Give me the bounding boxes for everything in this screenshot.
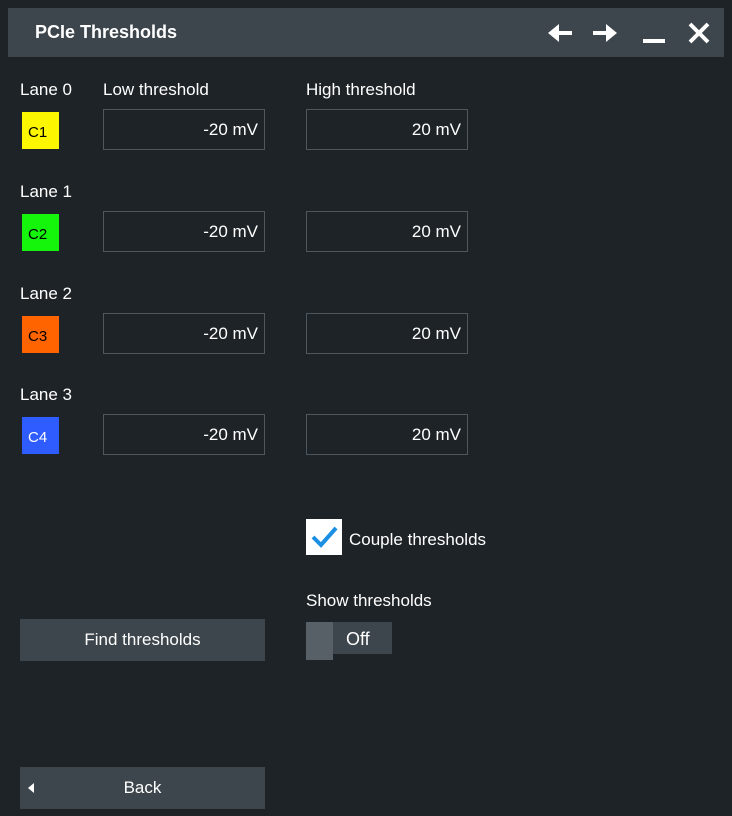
lane-3-high-threshold-input[interactable]: 20 mV [306, 414, 468, 455]
couple-thresholds-label: Couple thresholds [349, 530, 487, 549]
close-icon[interactable] [684, 18, 714, 48]
toggle-state-text: Off [346, 629, 370, 649]
title-bar: PCIe Thresholds [8, 8, 724, 57]
channel-c4-badge: C4 [22, 417, 59, 454]
channel-c1-badge: C1 [22, 112, 59, 149]
show-thresholds-toggle[interactable]: Off [306, 622, 392, 660]
lane-0-label: Lane 0 [20, 80, 72, 99]
lane-2-label: Lane 2 [20, 284, 72, 303]
lane-1-high-threshold-input[interactable]: 20 mV [306, 211, 468, 252]
lane-3-label: Lane 3 [20, 385, 72, 404]
couple-thresholds-checkbox[interactable] [306, 519, 342, 555]
forward-arrow-icon[interactable] [590, 18, 620, 48]
channel-c2-badge: C2 [22, 214, 59, 251]
back-button[interactable]: Back [20, 767, 265, 809]
high-threshold-header: High threshold [306, 80, 416, 99]
find-thresholds-button[interactable]: Find thresholds [20, 619, 265, 661]
lane-0-low-threshold-input[interactable]: -20 mV [103, 109, 265, 150]
back-button-label: Back [123, 778, 162, 797]
lane-0-high-threshold-input[interactable]: 20 mV [306, 109, 468, 150]
back-arrow-icon[interactable] [545, 18, 575, 48]
show-thresholds-label: Show thresholds [306, 591, 432, 610]
lane-2-low-threshold-input[interactable]: -20 mV [103, 313, 265, 354]
pcie-thresholds-dialog: PCIe Thresholds Low threshold High thres… [0, 0, 732, 816]
back-triangle-icon [28, 783, 34, 793]
low-threshold-header: Low threshold [103, 80, 209, 99]
lane-3-low-threshold-input[interactable]: -20 mV [103, 414, 265, 455]
lane-1-low-threshold-input[interactable]: -20 mV [103, 211, 265, 252]
channel-c3-badge: C3 [22, 316, 59, 353]
lane-1-label: Lane 1 [20, 182, 72, 201]
dialog-title: PCIe Thresholds [35, 22, 178, 42]
minimize-icon[interactable] [639, 18, 669, 48]
toggle-knob [306, 622, 333, 660]
checkmark-icon [311, 526, 338, 548]
lane-2-high-threshold-input[interactable]: 20 mV [306, 313, 468, 354]
